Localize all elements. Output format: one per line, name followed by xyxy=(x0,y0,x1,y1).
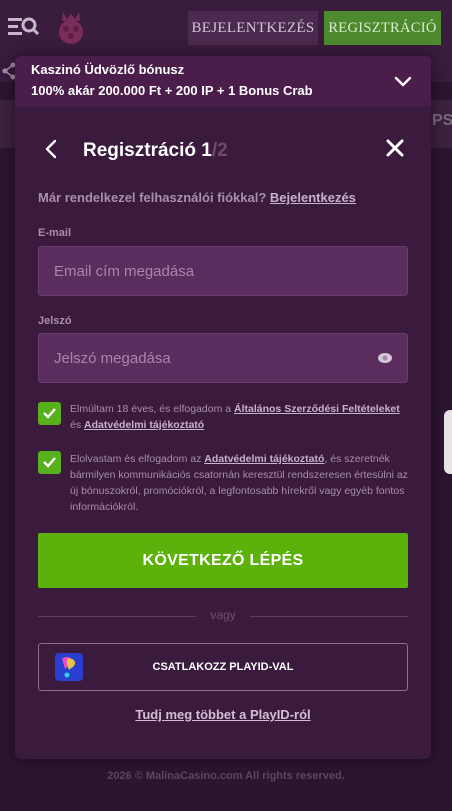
registration-modal: Kaszinó Üdvözlő bónusz 100% akár 200.000… xyxy=(15,56,431,759)
step-total: /2 xyxy=(211,140,228,161)
modal-title-text: Regisztráció xyxy=(83,140,202,161)
age-terms-text-b: és xyxy=(70,419,85,431)
playid-learn-more-link[interactable]: Tudj meg többet a PlayID-ról xyxy=(15,707,431,722)
login-button[interactable]: BEJELENTKEZÉS xyxy=(188,11,318,45)
email-input[interactable] xyxy=(38,246,408,296)
share-icon xyxy=(2,62,16,80)
raspberry-logo[interactable] xyxy=(54,10,88,46)
bonus-title: Kaszinó Üdvözlő bónusz xyxy=(31,62,185,77)
email-label: E-mail xyxy=(38,227,72,239)
show-password-icon[interactable] xyxy=(377,350,393,366)
modal-title: Regisztráció 1/2 xyxy=(83,140,228,162)
menu-search-icon[interactable] xyxy=(8,14,40,40)
password-input[interactable] xyxy=(38,333,408,383)
playid-logo-icon xyxy=(55,653,83,681)
divider-line-right xyxy=(250,616,408,617)
footer-copyright: 2026 © MalinaCasino.com All rights reser… xyxy=(107,770,345,782)
background-tab-text: PS xyxy=(432,112,452,129)
terms-link[interactable]: Általános Szerződési Feltételeket xyxy=(234,403,400,415)
password-label: Jelszó xyxy=(38,315,72,327)
marketing-consent-checkbox[interactable] xyxy=(38,451,61,474)
age-terms-checkbox[interactable] xyxy=(38,402,61,425)
close-icon[interactable] xyxy=(385,138,405,158)
register-button[interactable]: REGISZTRÁCIÓ xyxy=(324,11,441,45)
login-link[interactable]: Bejelentkezés xyxy=(270,190,356,205)
marketing-consent-text: Elolvastam és elfogadom az Adatvédelmi t… xyxy=(70,451,410,515)
privacy-link-2[interactable]: Adatvédelmi tájékoztató xyxy=(204,453,324,465)
next-step-button[interactable]: KÖVETKEZŐ LÉPÉS xyxy=(38,533,408,588)
age-terms-text-a: Elmúltam 18 éves, és elfogadom a xyxy=(70,403,235,415)
have-account-label: Már rendelkezel felhasználói fiókkal? xyxy=(38,190,270,205)
playid-connect-button[interactable]: CSATLAKOZZ PLAYID-VAL xyxy=(38,643,408,691)
top-navbar: BEJELENTKEZÉS REGISZTRÁCIÓ xyxy=(0,0,452,56)
checkmark-icon xyxy=(43,408,56,419)
chevron-down-icon[interactable] xyxy=(393,71,413,91)
marketing-consent-text-a: Elolvastam és elfogadom az xyxy=(70,453,205,465)
step-current: 1 xyxy=(201,140,212,161)
privacy-link[interactable]: Adatvédelmi tájékoztató xyxy=(84,419,204,431)
bonus-description: 100% akár 200.000 Ft + 200 IP + 1 Bonus … xyxy=(31,83,313,98)
divider-or-text: vagy xyxy=(210,608,236,622)
welcome-bonus-banner[interactable]: Kaszinó Üdvözlő bónusz 100% akár 200.000… xyxy=(15,56,431,106)
back-arrow-icon[interactable] xyxy=(43,138,59,160)
checkmark-icon xyxy=(43,457,56,468)
have-account-text: Már rendelkezel felhasználói fiókkal? Be… xyxy=(38,190,356,205)
age-terms-text: Elmúltam 18 éves, és elfogadom a Általán… xyxy=(70,401,410,433)
background-side-card xyxy=(444,410,452,474)
